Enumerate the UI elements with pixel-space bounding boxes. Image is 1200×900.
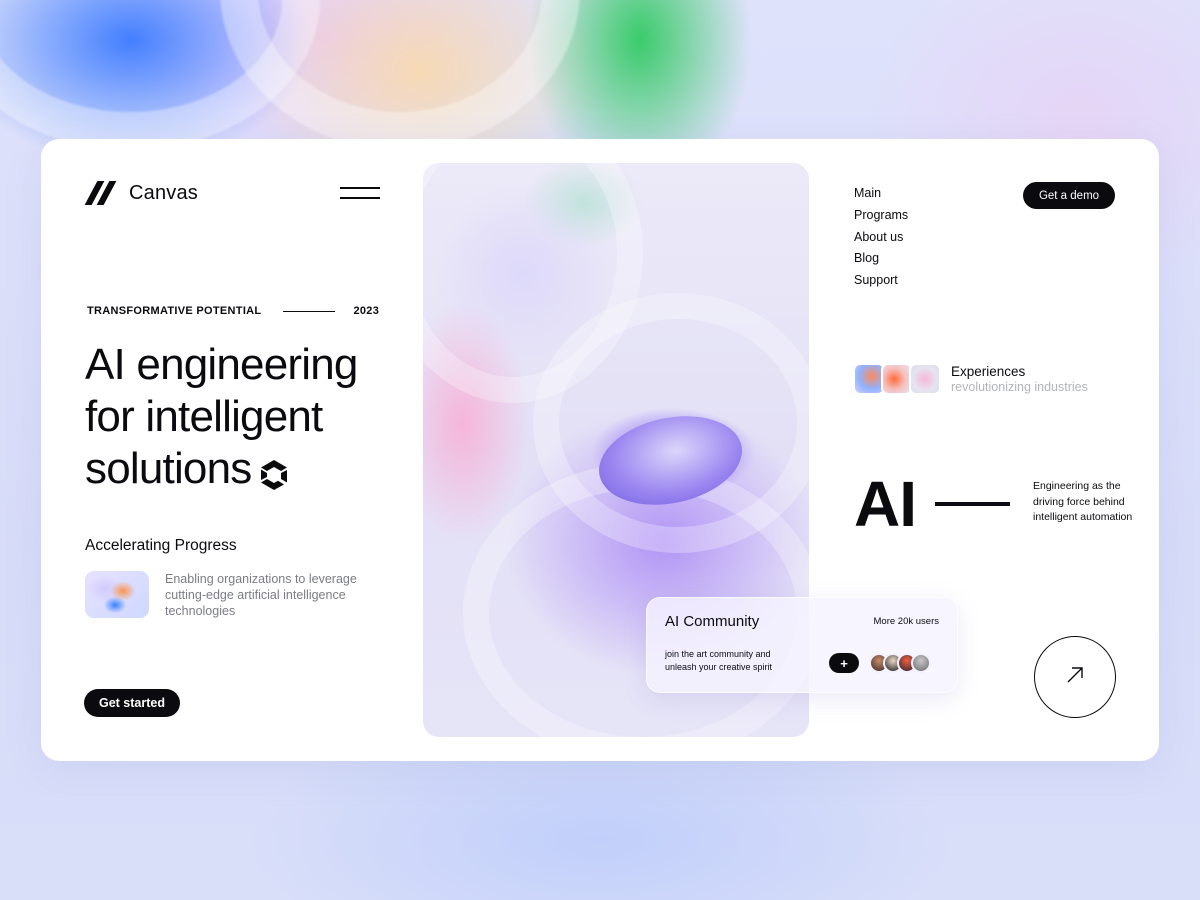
brand[interactable]: Canvas: [84, 181, 199, 205]
divider: [283, 310, 336, 312]
avatar-stack: [869, 653, 931, 673]
eyebrow-year: 2023: [353, 305, 380, 317]
main-card: Canvas TRANSFORMATIVE POTENTIAL 2023 AI …: [41, 139, 1159, 761]
hexagon-logo-icon: [259, 451, 289, 491]
arrow-button[interactable]: [1034, 636, 1116, 718]
ai-heading: AI: [854, 468, 917, 540]
feature-description: Enabling organizations to leverage cutti…: [165, 572, 357, 618]
experiences-title: Experiences: [951, 364, 1026, 379]
menu-icon[interactable]: [340, 185, 380, 201]
headline-line-2: for intelligent: [85, 392, 323, 441]
plus-icon: +: [840, 655, 848, 671]
feature-item: Enabling organizations to leverage cutti…: [85, 571, 365, 619]
nav-item-about-us[interactable]: About us: [854, 227, 908, 249]
brand-slashes-icon: [84, 181, 117, 205]
experience-thumbnails: [853, 363, 941, 395]
nav-item-support[interactable]: Support: [854, 270, 908, 292]
page-title: AI engineering for intelligent solutions: [85, 339, 415, 495]
headline-line-3: solutions: [85, 444, 252, 493]
avatar: [911, 653, 931, 673]
join-community-button[interactable]: +: [829, 653, 859, 673]
nav-item-blog[interactable]: Blog: [854, 248, 908, 270]
background-ring: [220, 0, 580, 150]
experiences-subtitle: revolutionizing industries: [951, 380, 1088, 394]
brand-name: Canvas: [129, 181, 199, 204]
arrow-up-right-icon: [1065, 665, 1085, 690]
eyebrow: TRANSFORMATIVE POTENTIAL 2023: [87, 305, 379, 317]
community-card: AI Community More 20k users join the art…: [646, 597, 958, 693]
ai-note: Engineering as the driving force behind …: [1033, 480, 1133, 524]
community-description: join the art community and unleash your …: [665, 649, 773, 672]
headline-line-1: AI engineering: [85, 340, 358, 389]
main-nav: Main Programs About us Blog Support: [854, 183, 908, 292]
get-started-button[interactable]: Get started: [84, 689, 180, 717]
feature-thumbnail: [85, 571, 149, 618]
nav-item-main[interactable]: Main: [854, 183, 908, 205]
nav-item-programs[interactable]: Programs: [854, 205, 908, 227]
experience-thumbnail: [909, 363, 941, 395]
get-demo-button[interactable]: Get a demo: [1023, 182, 1115, 209]
feature-title: Accelerating Progress: [85, 537, 237, 554]
community-title: AI Community: [665, 613, 760, 630]
ai-divider: [935, 502, 1010, 506]
experiences-block: Experiences revolutionizing industries: [853, 363, 1088, 395]
community-count: More 20k users: [873, 616, 939, 627]
eyebrow-label: TRANSFORMATIVE POTENTIAL: [87, 305, 262, 317]
